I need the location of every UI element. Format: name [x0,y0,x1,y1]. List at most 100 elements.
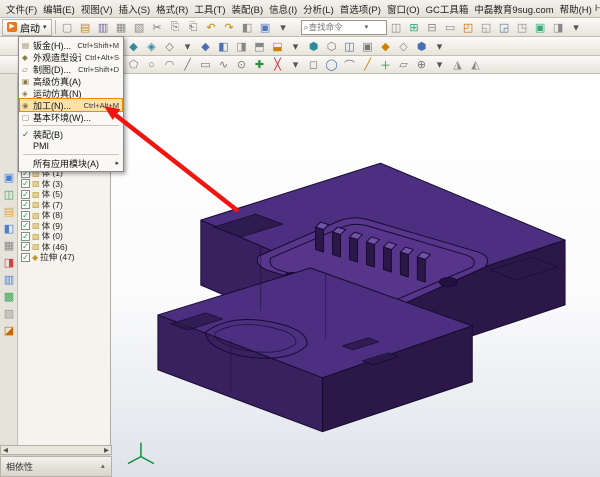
toolbar-icon[interactable]: ⬠ [125,57,142,72]
toolbar-icon[interactable]: ◫ [341,39,358,54]
toolbar-icon[interactable]: ⬢ [305,39,322,54]
chevron-down-icon[interactable]: ▾ [365,23,369,31]
resource-bar-icon[interactable]: ▤ [1,203,17,219]
toolbar-icon[interactable]: ⌒ [341,57,358,72]
menubar-item[interactable]: 装配(B) [229,1,267,17]
toolbar-icon[interactable]: ⎘ [167,20,184,35]
toolbar-icon[interactable]: ▧ [131,20,148,35]
toolbar-icon[interactable]: ◇ [161,39,178,54]
toolbar-icon[interactable]: ⊙ [233,57,250,72]
menubar-item[interactable]: 插入(S) [115,1,153,17]
mold-3d-model[interactable] [111,74,600,477]
toolbar-icon[interactable]: ▾ [287,39,304,54]
toolbar-icon[interactable]: ◫ [388,20,405,35]
toolbar-icon[interactable]: ↶ [203,20,220,35]
menu-item-sheet-metal[interactable]: ▤ 钣金(H)... Ctrl+Shift+M [20,39,122,51]
menu-item-assemblies[interactable]: ✓ 装配(B) [20,128,122,140]
menu-item-manufacturing[interactable]: ◉ 加工(N)... Ctrl+Alt+M [20,99,122,111]
toolbar-icon[interactable]: ◨ [550,20,567,35]
toolbar-icon[interactable]: ⊕ [413,57,430,72]
toolbar-icon[interactable]: ▭ [442,20,459,35]
toolbar-icon[interactable]: ◳ [514,20,531,35]
toolbar-icon[interactable]: ╱ [179,57,196,72]
toolbar-icon[interactable]: ▾ [431,39,448,54]
menu-item-motion-simulation[interactable]: ◈ 运动仿真(N) [20,87,122,99]
collapse-icon[interactable]: ▲ [100,463,106,470]
start-menu-button[interactable]: ▶ 启动 ▾ [2,19,52,36]
resource-bar-icon[interactable]: ◪ [1,322,17,338]
toolbar-icon[interactable]: ◆ [125,39,142,54]
toolbar-icon[interactable]: ⬓ [269,39,286,54]
resource-bar-icon[interactable]: ▥ [1,271,17,287]
toolbar-icon[interactable]: ⎗ [185,20,202,35]
toolbar-icon[interactable]: ◻ [305,57,322,72]
menubar-item[interactable]: 文件(F) [3,1,40,17]
toolbar-icon[interactable]: ◆ [197,39,214,54]
resource-bar-icon[interactable]: ◧ [1,220,17,236]
toolbar-icon[interactable]: ⊟ [424,20,441,35]
scroll-left-icon[interactable]: ◀ [3,446,8,454]
tree-row[interactable]: ✓ ▧ 体 (8) [21,210,109,221]
checkbox-checked-icon[interactable]: ✓ [21,242,30,251]
toolbar-icon[interactable]: ▢ [59,20,76,35]
graphics-viewport[interactable] [111,74,600,477]
toolbar-icon[interactable]: ↷ [221,20,238,35]
resource-bar-icon[interactable]: ▣ [1,169,17,185]
toolbar-icon[interactable]: ▾ [275,20,292,35]
toolbar-icon[interactable]: ◮ [449,57,466,72]
tree-row[interactable]: ✓ ▧ 体 (7) [21,200,109,211]
toolbar-icon[interactable]: ◧ [239,20,256,35]
toolbar-icon[interactable]: ◆ [377,39,394,54]
toolbar-icon[interactable]: ▣ [359,39,376,54]
toolbar-icon[interactable]: ╱ [359,57,376,72]
toolbar-icon[interactable]: ＋ [377,57,394,72]
toolbar-icon[interactable]: ╳ [269,57,286,72]
resource-bar-icon[interactable]: ▩ [1,288,17,304]
toolbar-icon[interactable]: ▤ [77,20,94,35]
dependencies-panel-header[interactable]: 相依性 ▲ [0,456,112,477]
toolbar-icon[interactable]: ◧ [215,39,232,54]
checkbox-checked-icon[interactable]: ✓ [21,211,30,220]
checkbox-checked-icon[interactable]: ✓ [21,200,30,209]
checkbox-checked-icon[interactable]: ✓ [21,190,30,199]
toolbar-icon[interactable]: ▾ [179,39,196,54]
menu-item-pmi[interactable]: PMI [20,140,122,152]
menu-item-drafting[interactable]: ▱ 制图(D)... Ctrl+Shift+D [20,63,122,75]
resource-bar-icon[interactable]: ▨ [1,305,17,321]
toolbar-icon[interactable]: ◈ [143,39,160,54]
toolbar-icon[interactable]: ◲ [496,20,513,35]
scroll-right-icon[interactable]: ▶ [104,446,109,454]
tree-row[interactable]: ✓ ▧ 体 (5) [21,189,109,200]
menu-item-studio-design[interactable]: ◆ 外观造型设计(T)... Ctrl+Alt+S [20,51,122,63]
toolbar-icon[interactable]: ▭ [197,57,214,72]
menu-item-advanced-simulation[interactable]: ▣ 高级仿真(A) [20,75,122,87]
checkbox-checked-icon[interactable]: ✓ [21,253,30,262]
tree-row[interactable]: ✓ ▧ 体 (9) [21,221,109,232]
menubar-item[interactable]: 工具(T) [191,1,228,17]
navigator-hscrollbar[interactable]: ◀ ▶ [0,445,112,455]
toolbar-icon[interactable]: ○ [143,57,160,72]
toolbar-icon[interactable]: ◨ [233,39,250,54]
toolbar-icon[interactable]: ▦ [113,20,130,35]
toolbar-icon[interactable]: ◱ [478,20,495,35]
menubar-item[interactable]: 分析(L) [300,1,337,17]
menubar-item[interactable]: 视图(V) [78,1,116,17]
toolbar-icon[interactable]: ◯ [323,57,340,72]
toolbar-icon[interactable]: ▾ [568,20,585,35]
toolbar-icon[interactable]: ▾ [287,57,304,72]
toolbar-icon[interactable]: ▱ [395,57,412,72]
tree-row[interactable]: ✓ ◆ 拉伸 (47) [21,252,109,263]
toolbar-icon[interactable]: ▣ [532,20,549,35]
menubar-item[interactable]: 中磊教育9sug.com [471,1,556,17]
resource-bar-icon[interactable]: ◫ [1,186,17,202]
menu-item-gateway[interactable]: ▢ 基本环境(W)... [20,111,122,123]
checkbox-checked-icon[interactable]: ✓ [21,221,30,230]
toolbar-icon[interactable]: ◇ [395,39,412,54]
tree-row[interactable]: ✓ ▧ 体 (3) [21,179,109,190]
search-input[interactable] [309,22,365,32]
toolbar-icon[interactable]: ▥ [95,20,112,35]
toolbar-icon[interactable]: ✚ [251,57,268,72]
toolbar-icon[interactable]: ⊞ [406,20,423,35]
toolbar-icon[interactable]: ◠ [161,57,178,72]
menubar-item[interactable]: 首选项(P) [337,1,384,17]
